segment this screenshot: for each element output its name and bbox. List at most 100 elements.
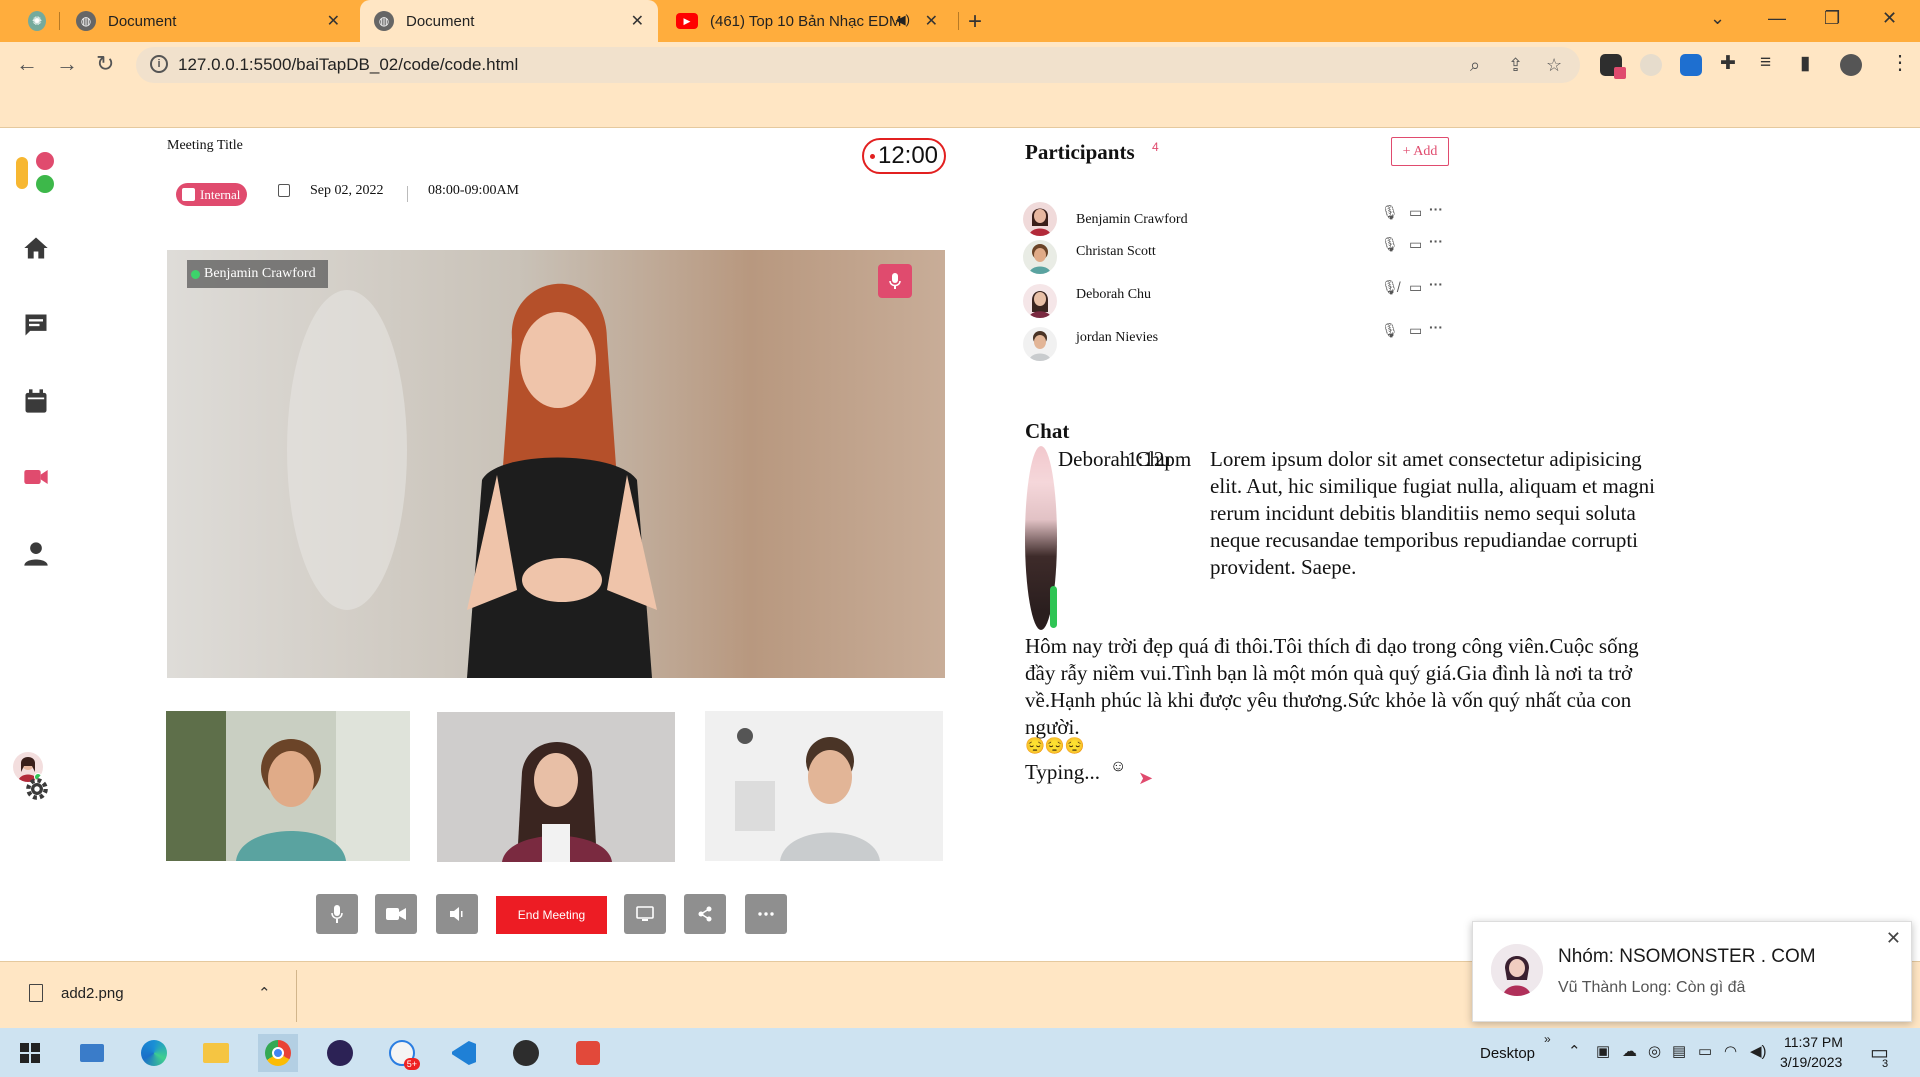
new-tab-button[interactable]: +	[968, 8, 982, 36]
download-item[interactable]: add2.png	[29, 984, 124, 1002]
site-info-icon[interactable]: i	[150, 55, 168, 73]
more-options-button[interactable]	[745, 894, 787, 934]
video-camera-icon[interactable]: ▭	[1409, 204, 1422, 221]
video-camera-icon[interactable]: ▭	[1409, 279, 1422, 296]
close-window-icon[interactable]: ✕	[1882, 8, 1897, 29]
forward-icon[interactable]: →	[56, 51, 78, 77]
wifi-icon[interactable]: ◠	[1724, 1042, 1737, 1060]
participant-avatar	[1023, 202, 1057, 236]
media-control-icon[interactable]: ≡	[1760, 52, 1771, 74]
puzzle-extensions-icon[interactable]: ✚	[1720, 52, 1736, 75]
send-icon[interactable]: ➤	[1138, 768, 1153, 789]
close-icon[interactable]: ✕	[1886, 928, 1901, 949]
end-meeting-button[interactable]: End Meeting	[496, 896, 607, 934]
volume-icon[interactable]: ◀)	[1750, 1042, 1767, 1060]
screen-share-button[interactable]	[624, 894, 666, 934]
app-logo	[16, 152, 54, 193]
mic-toggle-button[interactable]	[316, 894, 358, 934]
zalo-app-icon[interactable]: 5+	[382, 1034, 422, 1072]
share-icon[interactable]: ⇪	[1508, 55, 1523, 76]
zoom-icon[interactable]: ⌕	[1470, 55, 1480, 76]
tab-search-icon[interactable]: ⌄	[1710, 8, 1725, 29]
calendar-icon[interactable]	[22, 387, 50, 415]
more-dots-icon[interactable]: ···	[1429, 233, 1443, 249]
camera-toggle-button[interactable]	[375, 894, 417, 934]
youtube-icon: ▶	[676, 13, 698, 29]
reload-icon[interactable]: ↻	[96, 51, 114, 77]
extension-icon[interactable]	[1600, 54, 1626, 79]
tab-chatgpt[interactable]: ✺	[14, 0, 58, 42]
close-tab-icon[interactable]: ✕	[631, 11, 644, 31]
restore-icon[interactable]: ❐	[1824, 8, 1840, 29]
chevron-up-icon[interactable]: ⌃	[1568, 1042, 1581, 1060]
microphone-muted-icon[interactable]: 🎙︎̸	[1381, 279, 1399, 296]
address-bar[interactable]: i 127.0.0.1:5500/baiTapDB_02/code/code.h…	[136, 47, 1580, 83]
participant-name: Benjamin Crawford	[1076, 212, 1188, 227]
settings-gear-icon[interactable]	[24, 776, 50, 802]
video-camera-icon[interactable]: ▭	[1409, 322, 1422, 339]
minimize-icon[interactable]: —	[1768, 8, 1786, 29]
participant-name: Christan Scott	[1076, 244, 1156, 259]
meeting-date: Sep 02, 2022	[310, 183, 384, 198]
microphone-icon[interactable]: 🎙︎	[1381, 322, 1399, 339]
add-participant-button[interactable]: + Add	[1391, 137, 1449, 166]
notification-toast[interactable]: Nhóm: NSOMONSTER . COM Vũ Thành Long: Cò…	[1472, 921, 1912, 1022]
home-icon[interactable]	[22, 234, 50, 262]
participant-video-thumbnail[interactable]	[705, 711, 943, 861]
video-camera-icon[interactable]	[22, 463, 50, 491]
browser-toolbar: ← → ↻ i 127.0.0.1:5500/baiTapDB_02/code/…	[0, 42, 1920, 88]
vscode-icon[interactable]	[444, 1034, 484, 1072]
tab-youtube[interactable]: ▶ (461) Top 10 Bản Nhạc EDM ◀) ✕	[662, 0, 952, 42]
file-explorer-icon[interactable]	[196, 1034, 236, 1072]
more-dots-icon[interactable]: ···	[1429, 276, 1443, 292]
display-icon[interactable]: ▤	[1672, 1042, 1686, 1060]
user-icon[interactable]	[22, 540, 50, 568]
close-tab-icon[interactable]: ✕	[925, 11, 938, 31]
extension-icon[interactable]	[1680, 54, 1702, 76]
speaker-toggle-button[interactable]	[436, 894, 478, 934]
speaker-mic-button[interactable]	[878, 264, 912, 298]
edge-browser-icon[interactable]	[134, 1034, 174, 1072]
profile-avatar[interactable]	[1840, 54, 1862, 76]
clock-time[interactable]: 11:37 PM	[1784, 1034, 1843, 1050]
video-camera-icon[interactable]: ▭	[1409, 236, 1422, 253]
laptop-app-icon[interactable]	[72, 1034, 112, 1072]
meeting-title: Meeting Title	[167, 138, 243, 153]
chat-icon[interactable]	[22, 311, 50, 339]
obs-app-icon[interactable]	[506, 1034, 546, 1072]
windows-start-icon[interactable]	[10, 1034, 50, 1072]
audio-playing-icon[interactable]: ◀)	[896, 12, 910, 28]
chevron-up-icon[interactable]: ⌃	[258, 984, 271, 1002]
tray-app-icon[interactable]: ▣	[1596, 1042, 1610, 1060]
compass-extension-icon[interactable]	[1640, 54, 1662, 76]
close-tab-icon[interactable]: ✕	[327, 11, 340, 31]
microphone-icon[interactable]: 🎙︎	[1381, 204, 1399, 221]
side-panel-icon[interactable]: ▮	[1800, 52, 1810, 75]
meeting-type-badge: Internal	[176, 183, 248, 206]
microphone-icon	[889, 273, 901, 289]
browser-menu-icon[interactable]: ⋮	[1890, 50, 1910, 75]
more-dots-icon[interactable]: ···	[1429, 319, 1443, 335]
chevron-double-icon[interactable]: »	[1544, 1032, 1551, 1046]
participant-video-thumbnail[interactable]	[166, 711, 410, 861]
eclipse-app-icon[interactable]	[320, 1034, 360, 1072]
tab-document-1[interactable]: ◍ Document ✕	[62, 0, 354, 42]
onedrive-icon[interactable]: ☁	[1622, 1042, 1637, 1060]
bookmark-star-icon[interactable]: ☆	[1546, 55, 1562, 76]
chrome-browser-icon[interactable]	[258, 1034, 298, 1072]
network-icon[interactable]: ◎	[1648, 1042, 1661, 1060]
chat-timestamp: 1:12pm	[1127, 447, 1192, 471]
main-video-feed[interactable]: Benjamin Crawford	[167, 250, 945, 678]
smiley-icon[interactable]: ☺	[1110, 758, 1126, 776]
share-button[interactable]	[684, 894, 726, 934]
more-dots-icon[interactable]: ···	[1429, 201, 1443, 217]
desktop-label[interactable]: Desktop	[1480, 1045, 1535, 1062]
participant-video-thumbnail[interactable]	[437, 712, 675, 862]
back-icon[interactable]: ←	[16, 51, 38, 77]
clock-date[interactable]: 3/19/2023	[1780, 1054, 1842, 1070]
app-icon[interactable]	[568, 1034, 608, 1072]
microphone-icon[interactable]: 🎙︎	[1381, 236, 1399, 253]
battery-icon[interactable]: ▭	[1698, 1042, 1712, 1060]
globe-icon: ◍	[76, 11, 96, 31]
tab-document-2[interactable]: ◍ Document ✕	[360, 0, 658, 42]
